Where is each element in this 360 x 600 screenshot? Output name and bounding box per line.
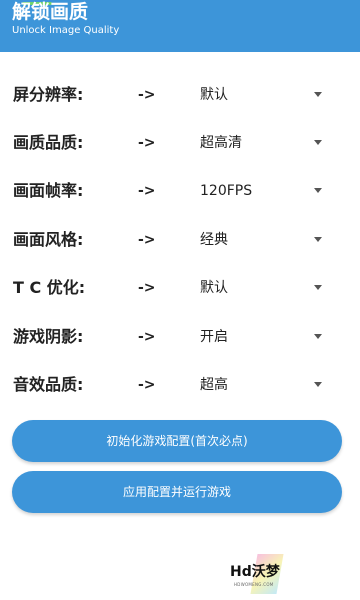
resolution-select[interactable]: 默认 (198, 79, 330, 111)
arrow-text: -> (138, 280, 156, 296)
setting-label: T C 优化: (13, 278, 86, 297)
arrow-text: -> (138, 87, 156, 103)
setting-label: 屏分辨率: (13, 85, 84, 104)
app-header: 解锁画质 Unlock Image Quality (0, 0, 360, 52)
select-value: 超高清 (200, 135, 242, 151)
chevron-down-icon (314, 334, 322, 339)
page-title: 解锁画质 (12, 1, 89, 23)
select-value: 120FPS (200, 183, 253, 199)
arrow-text: -> (138, 232, 156, 248)
setting-row-style: 画面风格: -> 经典 (0, 220, 360, 260)
arrow-text: -> (138, 329, 156, 345)
setting-row-resolution: 屏分辨率: -> 默认 (0, 75, 360, 115)
setting-row-shadow: 游戏阴影: -> 开启 (0, 317, 360, 357)
setting-label: 音效品质: (13, 375, 84, 394)
select-value: 超高 (200, 377, 228, 393)
select-value: 开启 (200, 329, 228, 345)
arrow-text: -> (138, 377, 156, 393)
arrow-text: -> (138, 135, 156, 151)
setting-label: 游戏阴影: (13, 327, 84, 346)
select-value: 经典 (200, 232, 228, 248)
setting-label: 画面帧率: (13, 181, 84, 200)
setting-row-audio: 音效品质: -> 超高 (0, 365, 360, 405)
apply-and-run-button[interactable]: 应用配置并运行游戏 (12, 471, 342, 513)
chevron-down-icon (314, 382, 322, 387)
shadow-select[interactable]: 开启 (198, 321, 330, 353)
watermark-text: Hd沃梦 (230, 564, 280, 580)
chevron-down-icon (314, 92, 322, 97)
setting-row-framerate: 画面帧率: -> 120FPS (0, 171, 360, 211)
arrow-text: -> (138, 183, 156, 199)
chevron-down-icon (314, 140, 322, 145)
framerate-select[interactable]: 120FPS (198, 175, 330, 207)
select-value: 默认 (200, 280, 228, 296)
page-subtitle: Unlock Image Quality (12, 25, 120, 36)
chevron-down-icon (314, 285, 322, 290)
setting-row-quality: 画质品质: -> 超高清 (0, 123, 360, 163)
setting-label: 画面风格: (13, 230, 84, 249)
select-value: 默认 (200, 87, 228, 103)
quality-select[interactable]: 超高清 (198, 127, 330, 159)
tc-optimize-select[interactable]: 默认 (198, 272, 330, 304)
chevron-down-icon (314, 237, 322, 242)
init-config-button[interactable]: 初始化游戏配置(首次必点) (12, 420, 342, 462)
watermark-logo: Hd沃梦 HDWOMENG.COM (230, 552, 292, 598)
chevron-down-icon (314, 188, 322, 193)
setting-row-tc-optimize: T C 优化: -> 默认 (0, 268, 360, 308)
setting-label: 画质品质: (13, 133, 84, 152)
style-select[interactable]: 经典 (198, 224, 330, 256)
audio-select[interactable]: 超高 (198, 369, 330, 401)
watermark-small-text: HDWOMENG.COM (234, 582, 274, 587)
